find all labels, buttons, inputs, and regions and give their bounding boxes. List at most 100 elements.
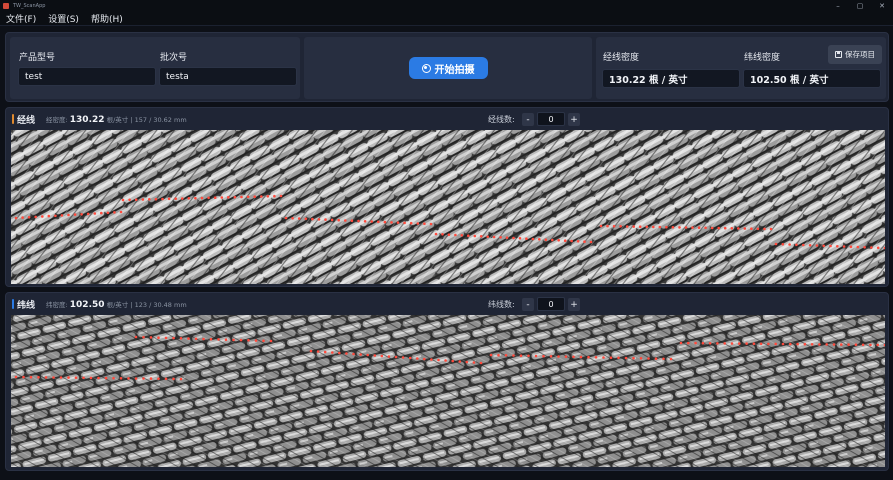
weft-mark [662, 357, 665, 361]
save-project-button[interactable]: 保存项目 [828, 45, 882, 64]
warp-mark [795, 243, 798, 247]
weft-mark [557, 355, 560, 358]
weft-mark [730, 342, 734, 345]
weft-mark [97, 376, 100, 380]
weft-count-input[interactable]: 0 [537, 297, 565, 311]
warp-mark [213, 196, 217, 199]
warp-mark [691, 226, 694, 229]
warp-mark [119, 210, 123, 214]
warp-mark [200, 196, 204, 200]
weft-density-label: 纬线密度 [744, 53, 781, 63]
weft-mark [164, 336, 168, 340]
weft-mark [373, 354, 377, 357]
warp-mark [60, 214, 64, 217]
capture-card: 开始拍摄 [304, 37, 592, 99]
warp-mark [704, 226, 707, 230]
weft-mark [818, 343, 821, 346]
weft-mark [708, 342, 712, 345]
weft-mark [654, 357, 658, 360]
warp-mark [311, 217, 314, 221]
warp-mark [531, 237, 535, 241]
weft-density-suffix: 根/英寸 | 123 / 30.48 mm [106, 301, 187, 309]
weft-mark [323, 350, 327, 354]
weft-mark [465, 360, 469, 364]
weft-mark [767, 342, 770, 346]
warp-mark [570, 239, 573, 243]
warp-density-prefix: 经密度: [46, 116, 68, 124]
warp-mark [409, 221, 413, 225]
weft-mark [832, 343, 836, 346]
warp-mark [802, 243, 805, 247]
warp-mark [134, 198, 138, 201]
weft-mark [164, 377, 168, 381]
weft-mark [647, 357, 650, 360]
product-model-input[interactable]: test [18, 67, 156, 86]
warp-mark [240, 195, 243, 199]
warp-count-input[interactable]: 0 [537, 112, 565, 126]
weft-mark [157, 377, 160, 380]
warp-mark [181, 197, 184, 200]
weft-mark [401, 356, 405, 359]
weft-mark [309, 349, 313, 353]
warp-mark [21, 216, 24, 219]
warp-mark [253, 195, 256, 198]
warp-mark [370, 220, 374, 223]
menu-help[interactable]: 帮助(H) [85, 12, 129, 25]
warp-mark [625, 225, 629, 228]
close-button[interactable]: ✕ [871, 0, 893, 11]
weft-mark [840, 343, 843, 346]
warp-mark [141, 198, 145, 201]
warp-mark [324, 218, 327, 221]
menu-settings[interactable]: 设置(S) [42, 12, 85, 25]
weft-mark [22, 375, 25, 379]
warp-count-plus-button[interactable]: + [568, 113, 580, 126]
weft-mark [345, 352, 348, 355]
title-bar: TW_ScanApp – ▢ ✕ [0, 0, 893, 11]
weft-mark [549, 355, 553, 358]
warp-mark [93, 212, 97, 215]
minimize-button[interactable]: – [827, 0, 849, 11]
weft-mark [359, 353, 362, 356]
warp-mark [756, 227, 760, 231]
warp-mark [377, 220, 380, 224]
weft-mark [269, 339, 273, 343]
maximize-button[interactable]: ▢ [849, 0, 871, 11]
weft-mark [149, 336, 153, 339]
warp-mark [658, 225, 662, 229]
weft-mark [512, 354, 515, 357]
weft-mark [423, 357, 426, 361]
warp-mark [416, 222, 420, 225]
warp-mark [576, 240, 580, 243]
warp-mark [330, 218, 334, 222]
warp-mark [100, 211, 103, 215]
warp-mark [737, 227, 740, 230]
warp-mark [606, 224, 609, 228]
weft-mark [67, 376, 70, 379]
weft-density-summary: 纬密度: 102.50 根/英寸 | 123 / 30.48 mm [46, 299, 187, 310]
warp-mark [551, 238, 554, 242]
warp-mark [14, 216, 18, 220]
warp-mark [113, 211, 116, 214]
weft-count-minus-button[interactable]: - [522, 298, 534, 311]
weft-count-plus-button[interactable]: + [568, 298, 580, 311]
weft-count-label: 纬线数: [488, 300, 515, 309]
warp-count-minus-button[interactable]: - [522, 113, 534, 126]
warp-mark [583, 240, 586, 243]
weft-density-prefix: 纬密度: [46, 301, 68, 309]
warp-density-label: 经线密度 [603, 53, 640, 63]
warp-mark [525, 237, 528, 240]
warp-mark [284, 216, 288, 220]
warp-mark [187, 197, 191, 200]
warp-mark [441, 233, 444, 236]
warp-mark [836, 245, 839, 248]
menu-file[interactable]: 文件(F) [0, 12, 42, 25]
warp-mark [652, 225, 655, 229]
warp-mark [429, 222, 433, 226]
weft-mark [37, 376, 40, 379]
warp-mark [774, 242, 778, 246]
batch-number-input[interactable]: testa [159, 67, 297, 86]
warp-panel: 经线 经密度: 130.22 根/英寸 | 157 / 30.62 mm 经线数… [5, 107, 889, 287]
weft-density-number: 102.50 [69, 300, 105, 310]
weft-mark [14, 375, 18, 379]
start-capture-button[interactable]: 开始拍摄 [408, 57, 488, 79]
